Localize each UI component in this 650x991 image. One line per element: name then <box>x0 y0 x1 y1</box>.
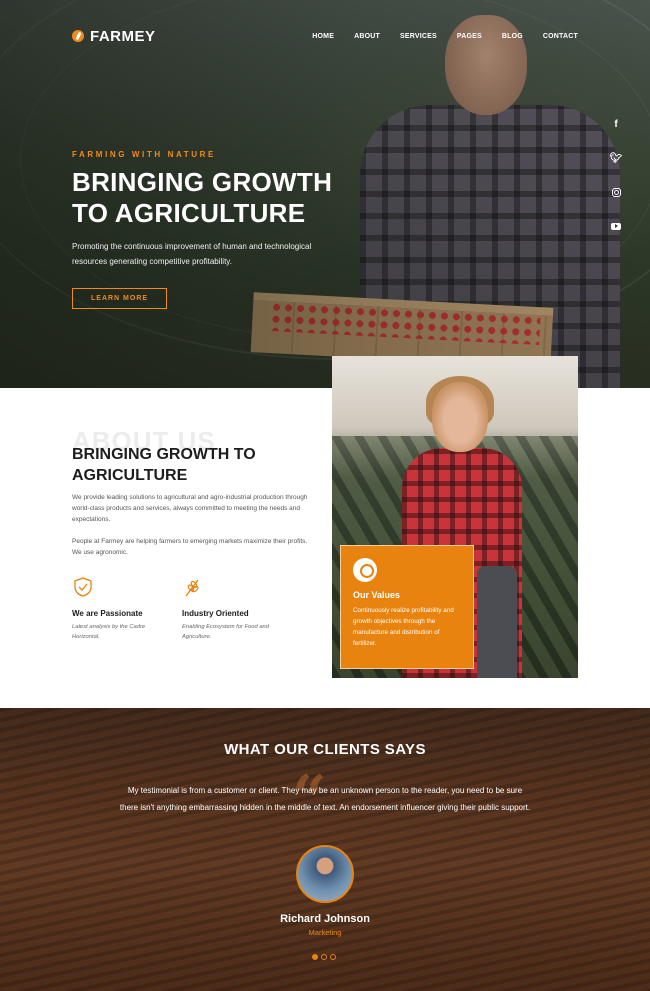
hero-eyebrow: FARMING WITH NATURE <box>72 150 216 159</box>
values-title: Our Values <box>353 590 401 600</box>
slider-dot[interactable] <box>330 954 336 960</box>
nav-about[interactable]: ABOUT <box>354 33 380 40</box>
nav-menu: HOME ABOUT SERVICES PAGES BLOG CONTACT <box>312 33 578 40</box>
feature-title: We are Passionate <box>72 609 143 618</box>
nav-contact[interactable]: CONTACT <box>543 33 578 40</box>
values-description: Continuously realize profitability and g… <box>353 607 454 647</box>
youtube-icon[interactable] <box>610 220 622 232</box>
learn-more-button[interactable]: LEARN MORE <box>72 288 168 309</box>
about-section: ABOUT US BRINGING GROWTH TO AGRICULTURE … <box>0 356 650 708</box>
hero-content: FARMING WITH NATURE BRINGING GROWTH TO A… <box>72 150 372 309</box>
our-values-card: Our Values Continuously realize profitab… <box>340 545 474 669</box>
nav-blog[interactable]: BLOG <box>502 33 523 40</box>
logo[interactable]: FARMEY <box>72 28 156 45</box>
main-nav: FARMEY HOME ABOUT SERVICES PAGES BLOG CO… <box>72 26 578 46</box>
hero-description: Promoting the continuous improvement of … <box>72 242 312 266</box>
instagram-icon[interactable] <box>610 186 622 198</box>
testimonial-title: WHAT OUR CLIENTS SAYS <box>224 741 426 758</box>
nav-pages[interactable]: PAGES <box>457 33 482 40</box>
facebook-icon[interactable]: f <box>610 118 622 130</box>
avatar <box>296 845 354 903</box>
feature-passionate: We are Passionate Latest analysis by the… <box>72 576 182 642</box>
nav-services[interactable]: SERVICES <box>400 33 437 40</box>
brand-name: FARMEY <box>90 27 156 45</box>
wheat-icon <box>185 579 199 597</box>
award-badge-icon <box>353 558 377 582</box>
client-role: Marketing <box>308 928 342 937</box>
feature-description: Enabling Ecosystem for Food and Agricult… <box>182 624 270 640</box>
twitter-icon[interactable]: 🐦︎ <box>610 152 623 164</box>
testimonial-text: My testimonial is from a customer or cli… <box>119 786 531 812</box>
hero-title: BRINGING GROWTH TO AGRICULTURE <box>72 167 333 228</box>
social-links: f 🐦︎ <box>610 118 622 232</box>
hero-section: FARMEY HOME ABOUT SERVICES PAGES BLOG CO… <box>0 0 650 388</box>
shield-check-icon <box>74 577 92 597</box>
feature-industry: Industry Oriented Enabling Ecosystem for… <box>182 576 292 642</box>
about-paragraph: We provide leading solutions to agricult… <box>72 494 308 523</box>
leaf-logo-icon <box>72 30 84 42</box>
about-paragraph: People at Farmey are helping farmers to … <box>72 538 308 556</box>
feature-description: Latest analysis by the Cadre Horizontal. <box>72 624 146 640</box>
slider-dot[interactable] <box>321 954 327 960</box>
slider-dots <box>312 954 336 960</box>
slider-dot[interactable] <box>312 954 318 960</box>
testimonial-section: WHAT OUR CLIENTS SAYS “ My testimonial i… <box>0 708 650 991</box>
nav-home[interactable]: HOME <box>312 33 334 40</box>
about-title: BRINGING GROWTH TO AGRICULTURE <box>72 446 256 484</box>
client-name: Richard Johnson <box>280 913 370 925</box>
feature-title: Industry Oriented <box>182 609 249 618</box>
